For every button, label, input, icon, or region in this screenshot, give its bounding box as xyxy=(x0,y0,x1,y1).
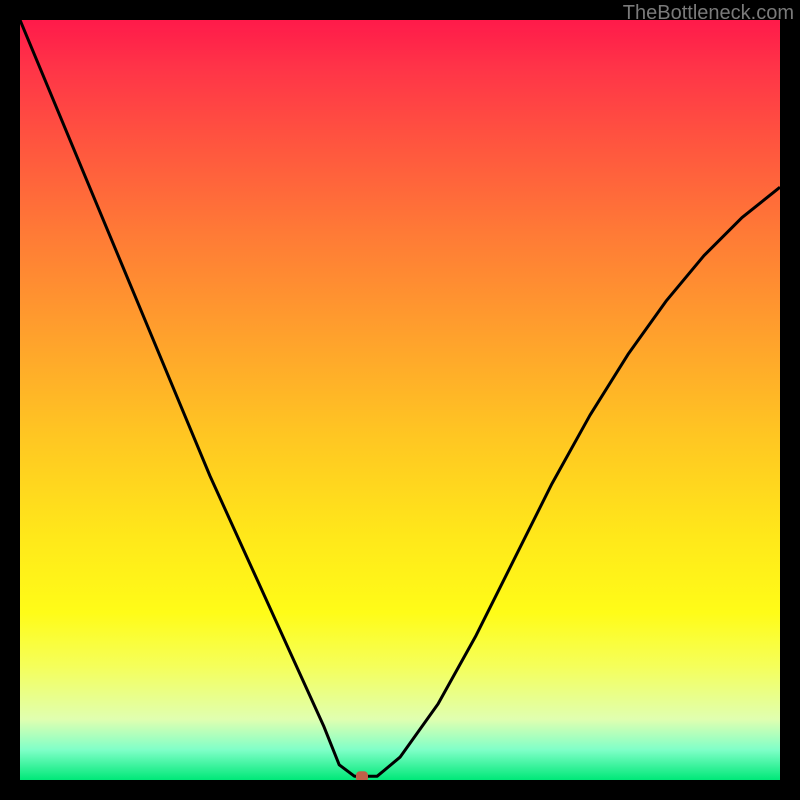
watermark-text: TheBottleneck.com xyxy=(623,2,794,25)
plot-area xyxy=(20,20,780,780)
chart-container: TheBottleneck.com xyxy=(0,0,800,800)
bottleneck-curve xyxy=(20,20,780,780)
